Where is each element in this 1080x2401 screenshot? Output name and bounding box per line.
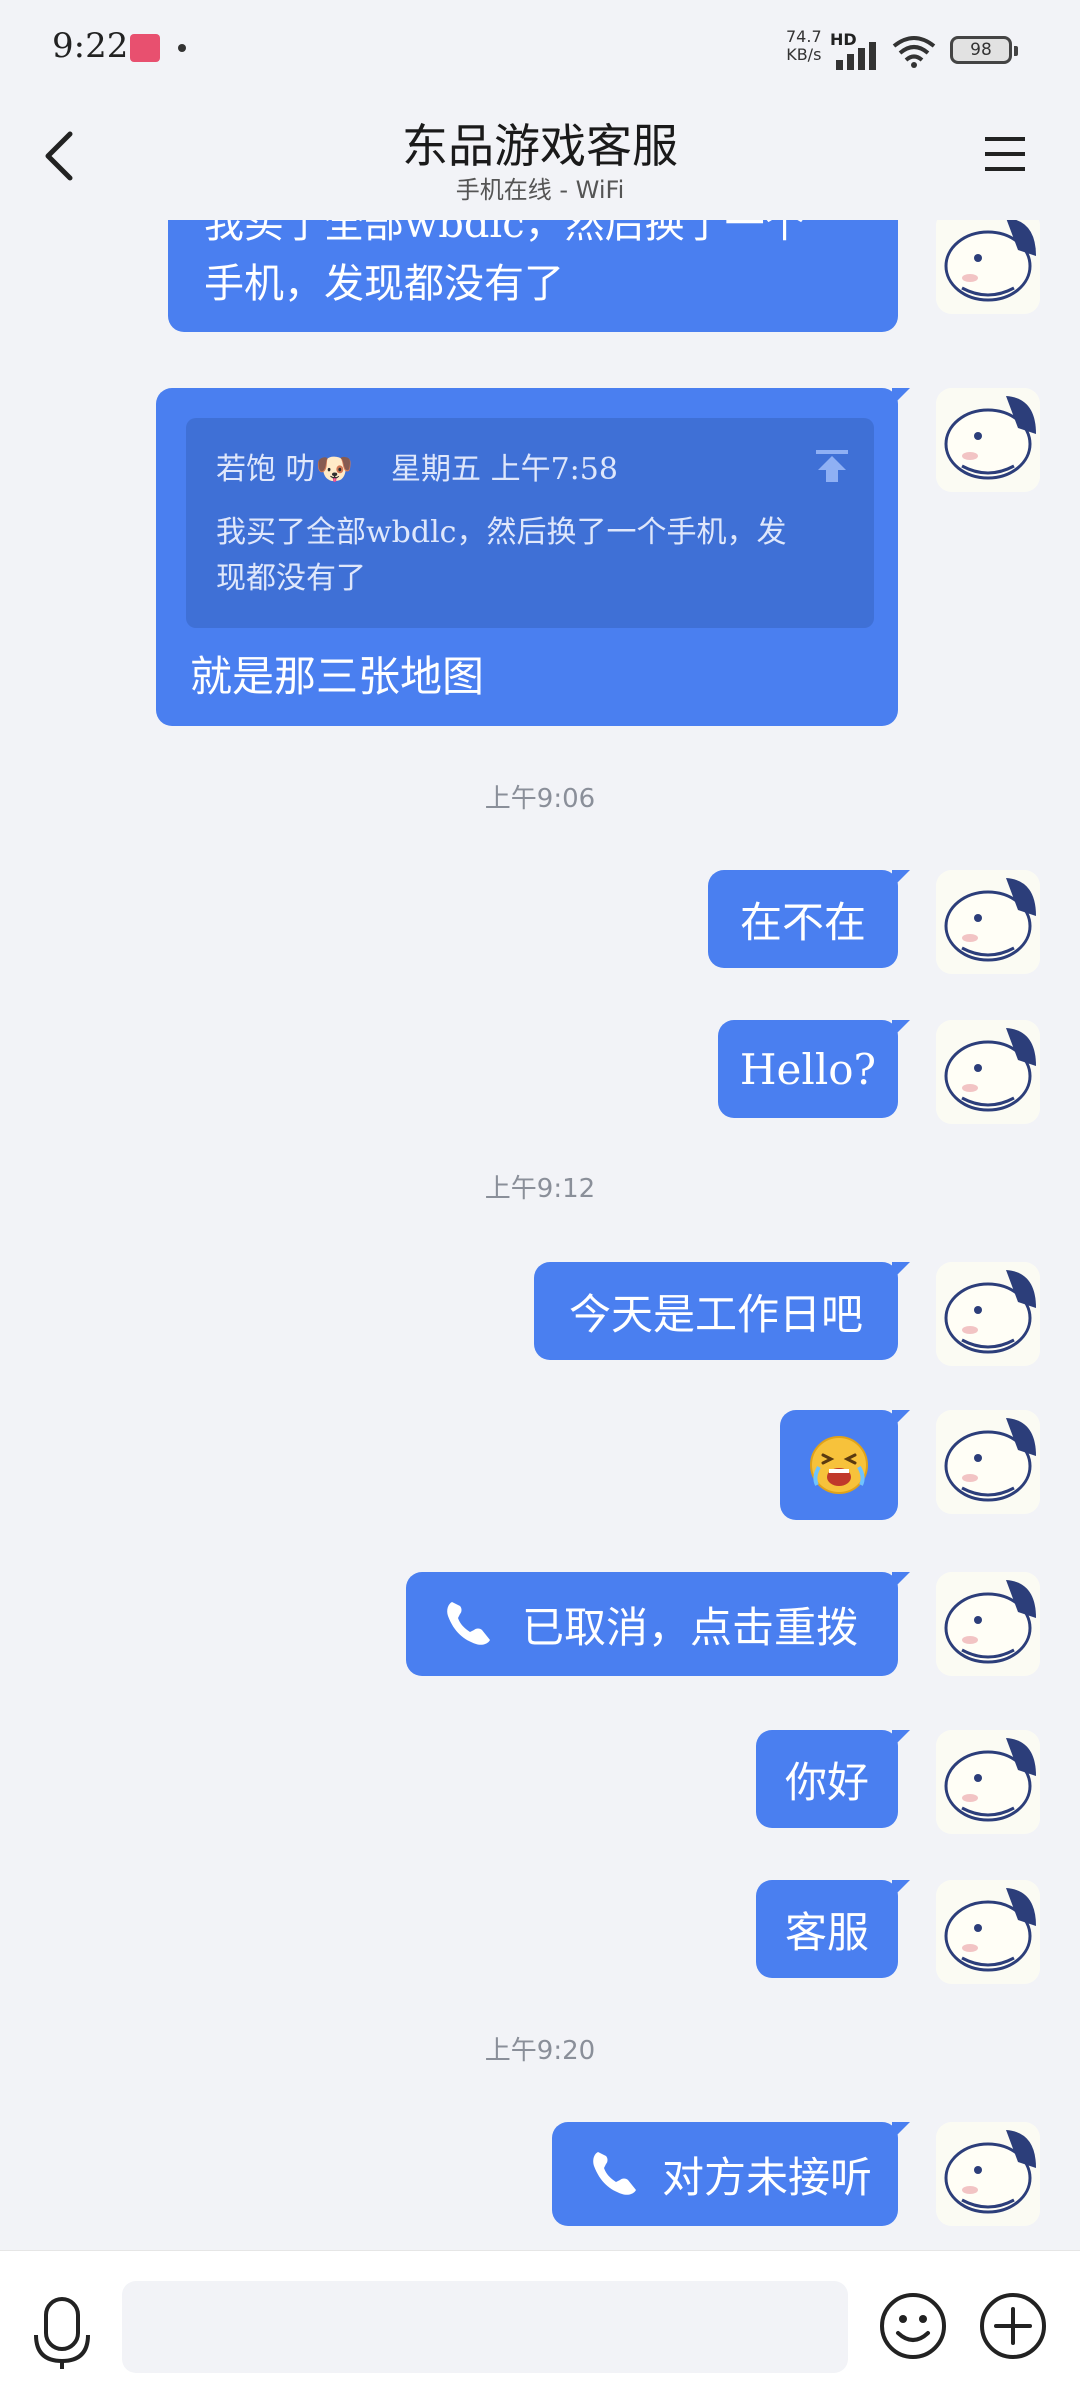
avatar[interactable] <box>936 1880 1040 1984</box>
chat-title: 东品游戏客服 <box>402 119 678 173</box>
quote-block[interactable]: 若饱 叻🐶 星期五 上午7:58 我买了全部wbdlc，然后换了一个手机，发现都… <box>186 418 874 628</box>
battery-icon: 98 <box>950 36 1018 64</box>
wifi-icon <box>892 36 936 68</box>
message-text: 已取消，点击重拨 <box>522 1602 859 1652</box>
avatar[interactable] <box>936 870 1040 974</box>
avatar-image <box>936 1410 1040 1514</box>
avatar-image <box>936 1262 1040 1366</box>
message-text: 在不在 <box>739 897 866 947</box>
notification-dot-icon <box>178 44 186 52</box>
network-speed-unit: KB/s <box>786 45 822 64</box>
app-notification-icon <box>130 34 160 62</box>
quote-sender: 若饱 叻🐶 <box>216 452 353 487</box>
message-bubble[interactable]: Hello? <box>718 1020 910 1118</box>
timestamp: 上午9:12 <box>484 1174 596 1204</box>
avatar-image <box>936 1730 1040 1834</box>
message-text: 你好 <box>784 1757 869 1807</box>
quote-text: 我买了全部wbdlc，然后换了一个手机，发现都没有了 <box>216 515 787 596</box>
quote-time: 星期五 上午7:58 <box>391 452 618 487</box>
message-bubble[interactable]: 客服 <box>756 1880 910 1978</box>
signal-icon <box>836 42 876 70</box>
avatar[interactable] <box>936 220 1040 314</box>
network-speed: 74.7 KB/s <box>786 28 822 64</box>
menu-button[interactable] <box>980 126 1030 182</box>
message-text: 客服 <box>784 1907 869 1957</box>
status-time: 9:22 <box>52 26 129 66</box>
chat-header: 东品游戏客服 手机在线 - WiFi <box>0 92 1080 220</box>
message-text: 今天是工作日吧 <box>568 1289 863 1339</box>
timestamp: 上午9:06 <box>484 784 596 814</box>
message-bubble[interactable]: 我买了全部wbdlc，然后换了一个 手机，发现都没有了 <box>168 220 898 332</box>
crying-face-emoji-icon <box>810 1436 868 1494</box>
mic-icon[interactable] <box>30 2295 94 2371</box>
message-text: 就是那三张地图 <box>190 652 485 701</box>
avatar[interactable] <box>936 1730 1040 1834</box>
emoji-message-bubble[interactable] <box>780 1410 910 1520</box>
network-speed-value: 74.7 <box>786 27 822 46</box>
call-cancelled-bubble[interactable]: 已取消，点击重拨 <box>406 1572 910 1676</box>
avatar-image <box>936 388 1040 492</box>
battery-level: 98 <box>970 40 992 60</box>
phone-icon <box>447 1602 490 1645</box>
quoted-message-bubble[interactable]: 若饱 叻🐶 星期五 上午7:58 我买了全部wbdlc，然后换了一个手机，发现都… <box>156 388 910 726</box>
emoji-icon[interactable] <box>878 2291 948 2361</box>
avatar-image <box>936 870 1040 974</box>
pin-top-icon[interactable] <box>812 446 852 486</box>
message-text: Hello? <box>739 1044 877 1094</box>
status-bar: 9:22 74.7 KB/s HD 98 <box>0 0 1080 92</box>
avatar[interactable] <box>936 1262 1040 1366</box>
input-bar <box>0 2250 1080 2401</box>
timestamp: 上午9:20 <box>484 2036 596 2066</box>
avatar-image <box>936 220 1040 314</box>
call-missed-bubble[interactable]: 对方未接听 <box>552 2122 910 2226</box>
avatar-image <box>936 1020 1040 1124</box>
avatar[interactable] <box>936 388 1040 492</box>
quote-header: 若饱 叻🐶 星期五 上午7:58 <box>216 444 618 488</box>
chat-subtitle: 手机在线 - WiFi <box>455 176 625 204</box>
message-bubble[interactable]: 今天是工作日吧 <box>534 1262 910 1360</box>
avatar-image <box>936 1572 1040 1676</box>
message-text: 对方未接听 <box>662 2152 873 2202</box>
avatar[interactable] <box>936 1410 1040 1514</box>
plus-icon[interactable] <box>978 2291 1048 2361</box>
avatar[interactable] <box>936 1572 1040 1676</box>
message-bubble[interactable]: 在不在 <box>708 870 910 968</box>
avatar-image <box>936 2122 1040 2226</box>
message-text: 我买了全部wbdlc，然后换了一个 手机，发现都没有了 <box>204 220 805 307</box>
message-input[interactable] <box>122 2281 848 2373</box>
avatar[interactable] <box>936 1020 1040 1124</box>
avatar-image <box>936 1880 1040 1984</box>
message-bubble[interactable]: 你好 <box>756 1730 910 1828</box>
phone-icon <box>593 2152 636 2195</box>
menu-icon <box>985 137 1025 171</box>
avatar[interactable] <box>936 2122 1040 2226</box>
message-list[interactable]: 我买了全部wbdlc，然后换了一个 手机，发现都没有了 若饱 叻🐶 星期五 上午… <box>0 220 1080 2250</box>
